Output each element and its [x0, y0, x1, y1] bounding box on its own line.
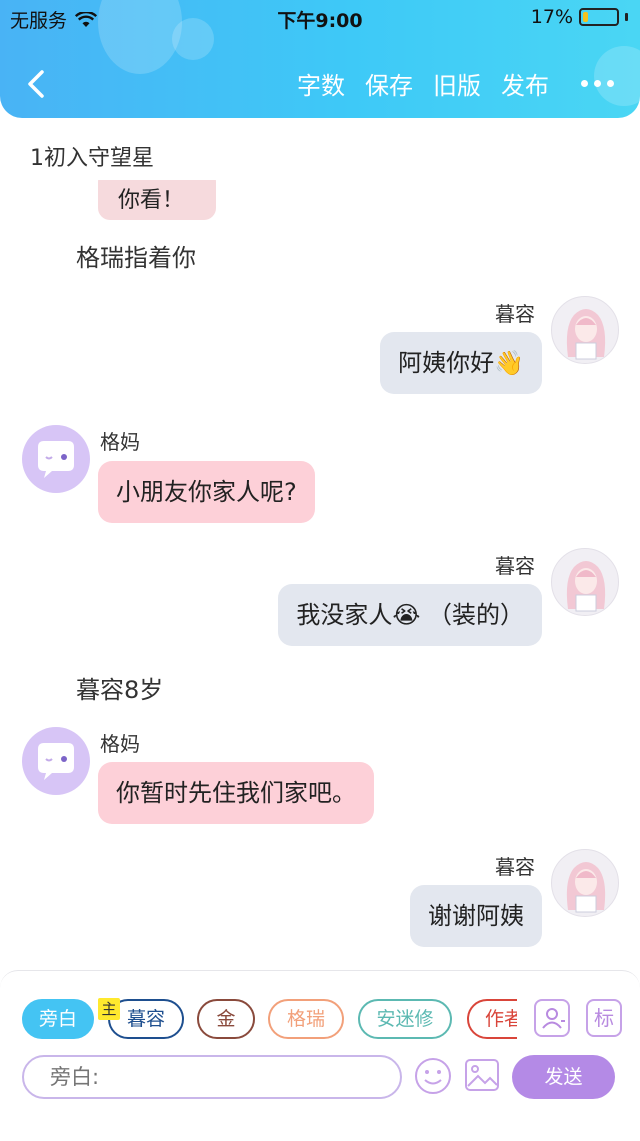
app-header: 无服务 下午9:00 17% 字数 保存 旧版 发布	[0, 0, 640, 118]
chip-narrator[interactable]: 旁白	[22, 999, 94, 1039]
speaker-name: 暮容	[495, 554, 535, 578]
chapter-title: 1初入守望星	[30, 146, 154, 171]
character-chips: 旁白 暮容 金 格瑞 安迷修 作者	[22, 999, 517, 1043]
nav-bar: 字数 保存 旧版 发布	[0, 56, 640, 112]
speaker-name: 格妈	[100, 430, 140, 454]
back-button[interactable]	[18, 64, 58, 104]
save-button[interactable]: 保存	[365, 66, 413, 101]
chip-author[interactable]: 作者	[467, 999, 517, 1039]
emoji-button[interactable]	[413, 1056, 453, 1096]
narration-text[interactable]: 格瑞指着你	[76, 238, 196, 273]
avatar[interactable]	[551, 548, 619, 616]
more-button[interactable]	[581, 80, 614, 87]
avatar[interactable]	[551, 849, 619, 917]
tag-button[interactable]: 标	[586, 999, 622, 1037]
battery-icon	[579, 8, 619, 26]
chat-bubble-avatar-icon	[38, 743, 74, 780]
message-input[interactable]	[22, 1055, 402, 1099]
word-count-button[interactable]: 字数	[297, 66, 345, 101]
chat-bubble-avatar-icon	[38, 441, 74, 478]
old-version-button[interactable]: 旧版	[433, 66, 481, 101]
speaker-name: 暮容	[495, 855, 535, 879]
status-bar: 无服务 下午9:00 17%	[0, 0, 640, 36]
message-bubble[interactable]: 谢谢阿姨	[410, 885, 542, 947]
narration-text[interactable]: 暮容8岁	[76, 670, 163, 705]
speaker-name: 暮容	[495, 302, 535, 326]
chevron-left-icon	[28, 70, 44, 98]
send-button[interactable]: 发送	[512, 1055, 615, 1099]
avatar[interactable]	[551, 296, 619, 364]
image-button[interactable]	[463, 1056, 501, 1094]
message-bubble[interactable]: 我没家人😭 （装的）	[278, 584, 542, 646]
speaker-name: 格妈	[100, 732, 140, 756]
battery-percent: 17%	[530, 6, 573, 28]
smiley-icon	[415, 1058, 451, 1094]
message-bubble-partial[interactable]: 你看！	[98, 180, 216, 220]
chip-gerui[interactable]: 格瑞	[268, 999, 344, 1039]
chip-anmixiu[interactable]: 安迷修	[358, 999, 452, 1039]
image-icon	[465, 1059, 499, 1091]
publish-button[interactable]: 发布	[501, 66, 549, 101]
girl-avatar-icon	[566, 561, 606, 612]
message-list[interactable]: 你看！ 格瑞指着你 暮容 阿姨你好👋 格妈 小朋友你家人呢? 暮容 我没家人😭 …	[0, 180, 640, 970]
avatar[interactable]	[22, 425, 90, 493]
character-manage-button[interactable]	[534, 999, 570, 1037]
girl-avatar-icon	[566, 862, 606, 913]
composer-toolbar: 旁白 暮容 金 格瑞 安迷修 作者 主 标 发送	[0, 970, 640, 1141]
avatar[interactable]	[22, 727, 90, 795]
chip-jin[interactable]: 金	[197, 999, 255, 1039]
message-bubble[interactable]: 小朋友你家人呢?	[98, 461, 315, 523]
girl-avatar-icon	[566, 309, 606, 360]
person-card-icon	[542, 1008, 565, 1029]
main-character-badge: 主	[98, 998, 120, 1020]
message-bubble[interactable]: 你暂时先住我们家吧。	[98, 762, 374, 824]
message-bubble[interactable]: 阿姨你好👋	[380, 332, 542, 394]
